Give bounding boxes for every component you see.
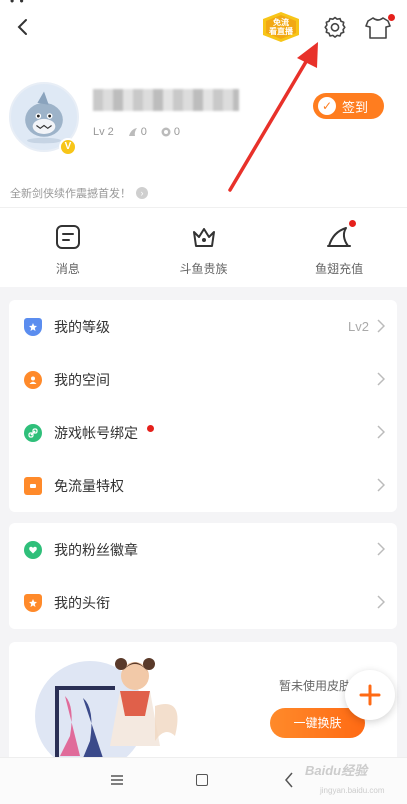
fan-badge-icon <box>24 540 42 559</box>
quick-action-label: 斗鱼贵族 <box>179 262 228 276</box>
watermark-text: Baidu经验 <box>305 763 368 778</box>
menu-item-label: 免流量特权 <box>54 477 124 494</box>
skin-notify-dot <box>388 14 395 21</box>
menu-card-main: 我的等级 Lv2 我的空间 游戏帐号绑定 免流量特权 <box>9 300 397 512</box>
badge-line2: 看直播 <box>269 27 293 36</box>
menu-item-free-traffic[interactable]: 免流量特权 <box>9 459 397 512</box>
level-badge-icon <box>24 317 42 336</box>
level-stat: Lv 2 <box>93 126 114 138</box>
menu-item-label: 我的空间 <box>54 371 110 388</box>
plus-icon <box>359 684 381 706</box>
badge-line1: 免流 <box>273 18 289 27</box>
fin-icon <box>327 227 352 247</box>
level-value: Lv2 <box>348 319 369 334</box>
checkin-label: 签到 <box>342 99 369 115</box>
message-icon <box>55 225 80 249</box>
skin-character-illustration <box>35 658 178 762</box>
back-arrow-icon[interactable] <box>12 16 34 38</box>
add-floating-button[interactable] <box>345 670 395 720</box>
ball-count: 0 <box>173 126 181 138</box>
chevron-right-icon <box>377 595 385 609</box>
menu-icon[interactable] <box>111 775 123 785</box>
system-nav-bar: Baidu经验 jingyan.baidu.com <box>0 757 407 804</box>
username-blurred <box>93 89 239 111</box>
user-stats: Lv 2 0 0 <box>93 126 180 138</box>
fish-fin-icon <box>128 128 137 136</box>
fish-ball-icon <box>161 127 171 137</box>
checkmark-icon: ✓ <box>318 97 336 115</box>
chevron-right-icon <box>377 425 385 439</box>
menu-item-label: 我的等级 <box>54 318 110 335</box>
announcement-banner[interactable]: 全新剑侠续作震撼首发！ › <box>10 185 148 201</box>
chevron-right-icon <box>377 478 385 492</box>
announcement-text: 全新剑侠续作震撼首发！ <box>10 188 131 200</box>
quick-actions: 消息 斗鱼贵族 鱼翅充值 <box>0 207 407 287</box>
chevron-right-icon <box>377 542 385 556</box>
title-icon <box>24 593 42 612</box>
skin-status-text: 暂未使用皮肤 <box>279 679 352 693</box>
menu-item-title[interactable]: 我的头衔 <box>9 576 397 629</box>
menu-item-space[interactable]: 我的空间 <box>9 353 397 406</box>
gear-icon[interactable] <box>322 15 348 41</box>
quick-action-message[interactable]: 消息 <box>0 208 136 287</box>
quick-action-label: 鱼翅充值 <box>315 262 364 276</box>
menu-item-label: 我的头衔 <box>54 594 110 611</box>
traffic-icon <box>24 476 42 495</box>
menu-card-badges: 我的粉丝徽章 我的头衔 <box>9 523 397 629</box>
checkin-button[interactable]: ✓ 签到 <box>313 93 384 119</box>
free-stream-badge[interactable]: 免流 看直播 <box>262 12 300 42</box>
quick-action-recharge[interactable]: 鱼翅充值 <box>271 208 407 287</box>
profile-header: 免流 看直播 V Lv 2 0 0 ✓ 签到 全新剑侠续作震撼首发！ › <box>0 10 407 220</box>
chevron-right-icon <box>377 372 385 386</box>
home-square-icon[interactable] <box>196 774 208 786</box>
skin-card: 暂未使用皮肤 一键换肤 <box>9 642 397 762</box>
vip-badge-icon: V <box>59 138 77 156</box>
recharge-notify-dot <box>349 220 357 227</box>
watermark-subtext: jingyan.baidu.com <box>320 786 385 795</box>
fin-count: 0 <box>140 126 147 138</box>
crown-icon <box>192 228 215 247</box>
chevron-right-icon: › <box>136 187 148 199</box>
link-icon <box>24 423 42 442</box>
user-space-icon <box>24 370 42 389</box>
chevron-right-icon <box>377 319 385 333</box>
quick-action-noble[interactable]: 斗鱼贵族 <box>136 208 272 287</box>
menu-item-label: 游戏帐号绑定 <box>54 424 138 441</box>
game-bind-notify-dot <box>147 425 154 432</box>
menu-item-level[interactable]: 我的等级 Lv2 <box>9 300 397 353</box>
menu-item-label: 我的粉丝徽章 <box>54 541 138 558</box>
menu-item-game-bind[interactable]: 游戏帐号绑定 <box>9 406 397 459</box>
status-bar: • • <box>0 0 407 10</box>
menu-item-fan-badge[interactable]: 我的粉丝徽章 <box>9 523 397 576</box>
nav-back-icon[interactable] <box>284 772 294 788</box>
one-click-skin-button[interactable]: 一键换肤 <box>270 708 365 738</box>
quick-action-label: 消息 <box>55 262 80 276</box>
avatar[interactable]: V <box>9 82 79 156</box>
